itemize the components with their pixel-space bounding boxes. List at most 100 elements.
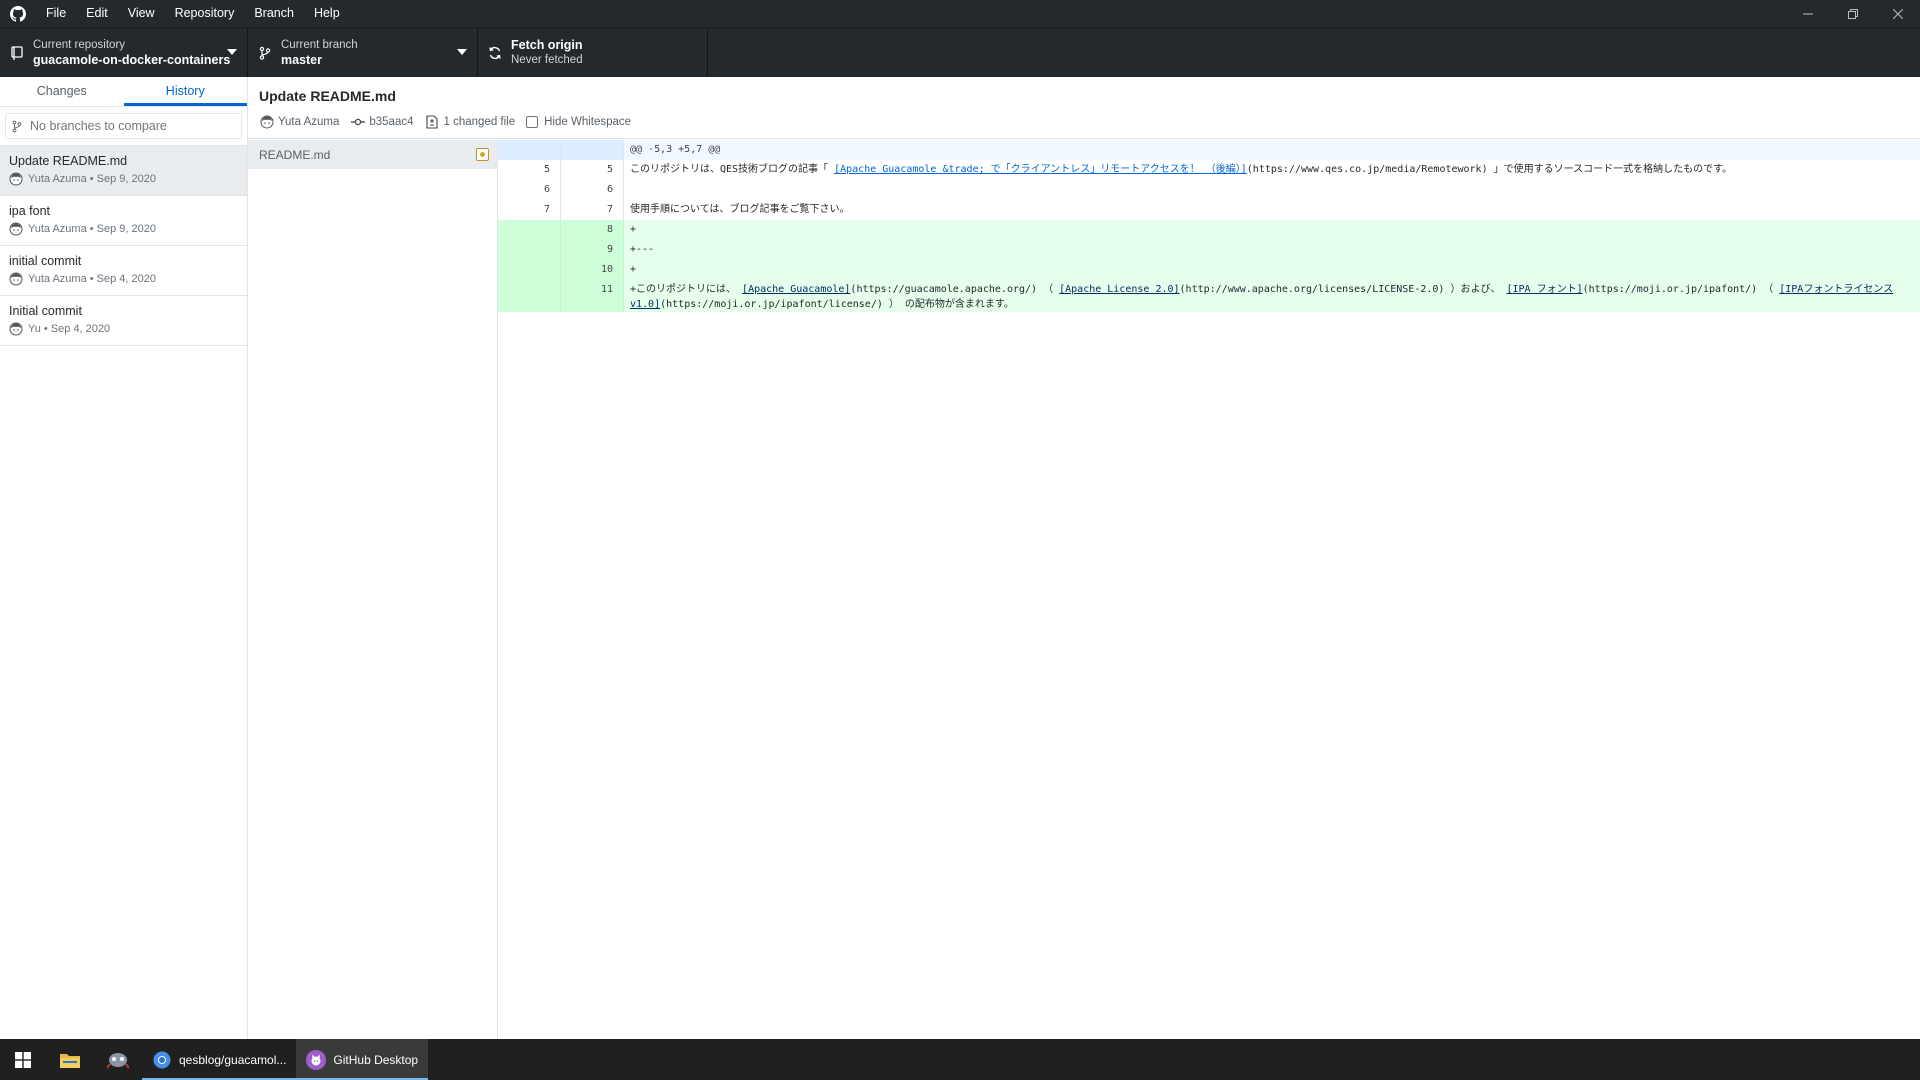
- menu-bar: File Edit View Repository Branch Help: [36, 0, 350, 27]
- menu-help[interactable]: Help: [304, 0, 350, 27]
- hunk-text: @@ -5,3 +5,7 @@: [624, 140, 1920, 160]
- restore-icon[interactable]: [1830, 0, 1875, 27]
- diff-text: (http://www.apache.org/licenses/LICENSE-…: [1179, 284, 1507, 295]
- diff-text: +: [624, 220, 1920, 240]
- diff-text: +このリポジトリには、: [630, 284, 743, 295]
- diff-link-text: [Apache Guacamole]: [742, 284, 851, 295]
- commit-sha[interactable]: b35aac4: [369, 116, 413, 128]
- remote-app-icon[interactable]: [94, 1039, 142, 1080]
- chrome-icon: [152, 1050, 172, 1070]
- window-controls: [1785, 0, 1920, 27]
- commit-summary-header: Update README.md Yuta Azuma b35aac4 1 ch…: [248, 77, 1920, 139]
- sidebar-tabs: Changes History: [0, 77, 247, 107]
- new-line-number: 11: [561, 280, 624, 312]
- branch-name: master: [281, 53, 322, 67]
- windows-start-icon[interactable]: [0, 1039, 46, 1080]
- diff-text: (https://www.qes.co.jp/media/Remotework)…: [1246, 164, 1733, 175]
- file-modified-icon: [476, 148, 489, 161]
- git-commit-icon: [350, 114, 365, 129]
- menu-file[interactable]: File: [36, 0, 76, 27]
- sync-icon: [487, 45, 503, 61]
- diff-text: (https://guacamole.apache.org/) （: [850, 284, 1060, 295]
- fetch-origin-button[interactable]: Fetch origin Never fetched: [478, 28, 708, 78]
- diff-text: +---: [624, 240, 1920, 260]
- sidebar: Changes History Update README.md Yuta Az…: [0, 77, 248, 1039]
- diff-added-line[interactable]: 9 +---: [498, 240, 1920, 260]
- diff-view: @@ -5,3 +5,7 @@ 5 5 このリポジトリは、QES技術ブログの記事…: [498, 140, 1920, 1039]
- changed-files-count: 1 changed file: [443, 115, 516, 128]
- chevron-down-icon: [457, 49, 467, 55]
- commit-list-item[interactable]: initial commit Yuta Azuma • Sep 4, 2020: [0, 246, 247, 296]
- menu-branch[interactable]: Branch: [244, 0, 304, 27]
- menu-view[interactable]: View: [118, 0, 165, 27]
- diff-hunk-header: @@ -5,3 +5,7 @@: [498, 140, 1920, 160]
- tab-history[interactable]: History: [123, 77, 247, 106]
- file-diff-icon: [425, 114, 440, 129]
- repo-label: Current repository: [33, 39, 126, 51]
- commit-title: ipa font: [9, 204, 51, 218]
- title-bar: File Edit View Repository Branch Help: [0, 0, 1920, 27]
- menu-edit[interactable]: Edit: [76, 0, 118, 27]
- hide-whitespace-toggle[interactable]: Hide Whitespace: [526, 115, 632, 128]
- avatar-icon: [259, 114, 274, 129]
- diff-line[interactable]: 7 7 使用手順については、ブログ記事をご覧下さい。: [498, 200, 1920, 220]
- diff-text: (https://moji.or.jp/ipafont/) （: [1582, 284, 1780, 295]
- new-line-number: 6: [561, 180, 624, 200]
- fetch-label: Fetch origin: [511, 38, 583, 52]
- diff-link-text: [IPA フォント]: [1506, 284, 1583, 295]
- repo-name: guacamole-on-docker-containers: [33, 53, 231, 67]
- menu-repository[interactable]: Repository: [165, 0, 245, 27]
- diff-line[interactable]: 6 6: [498, 180, 1920, 200]
- diff-line[interactable]: 5 5 このリポジトリは、QES技術ブログの記事「 [Apache Guacam…: [498, 160, 1920, 180]
- new-line-number: 8: [561, 220, 624, 240]
- avatar-icon: [9, 272, 23, 286]
- diff-added-line[interactable]: 11 +このリポジトリには、 [Apache Guacamole](https:…: [498, 280, 1920, 312]
- diff-text: +: [624, 260, 1920, 280]
- github-desktop-icon: [306, 1049, 327, 1070]
- current-branch-button[interactable]: Current branch master: [248, 28, 478, 78]
- commit-details: Yuta Azuma b35aac4 1 changed file Hide W…: [259, 114, 642, 129]
- old-line-number: 6: [498, 180, 561, 200]
- commit-list-item[interactable]: Update README.md Yuta Azuma • Sep 9, 202…: [0, 146, 247, 196]
- tab-changes[interactable]: Changes: [0, 77, 124, 106]
- hide-whitespace-label: Hide Whitespace: [544, 115, 632, 128]
- taskbar-chrome-label: qesblog/guacamol...: [179, 1052, 287, 1067]
- git-branch-icon: [257, 45, 273, 61]
- old-line-number: 5: [498, 160, 561, 180]
- commit-title: Initial commit: [9, 304, 82, 318]
- commit-author: Yuta Azuma: [278, 115, 340, 128]
- git-branch-icon: [12, 119, 24, 133]
- file-list-item[interactable]: README.md: [248, 140, 497, 169]
- commit-list-item[interactable]: ipa font Yuta Azuma • Sep 9, 2020: [0, 196, 247, 246]
- commit-summary-title: Update README.md: [259, 88, 396, 104]
- avatar-icon: [9, 322, 23, 336]
- close-icon[interactable]: [1875, 0, 1920, 27]
- taskbar-chrome-button[interactable]: qesblog/guacamol...: [142, 1039, 297, 1080]
- commit-list: Update README.md Yuta Azuma • Sep 9, 202…: [0, 145, 247, 346]
- hide-whitespace-checkbox[interactable]: [526, 115, 539, 128]
- commit-list-item[interactable]: Initial commit Yu • Sep 4, 2020: [0, 296, 247, 346]
- diff-link-text: [Apache Guacamole &trade; で「クライアントレス」リモー…: [834, 164, 1247, 175]
- commit-meta: Yu • Sep 4, 2020: [28, 323, 111, 335]
- diff-text: (https://moji.or.jp/ipafont/license/) ） …: [660, 299, 1014, 310]
- commit-title: Update README.md: [9, 154, 128, 168]
- changed-file-list: README.md: [248, 140, 498, 1039]
- diff-added-line[interactable]: 10 +: [498, 260, 1920, 280]
- github-logo-icon: [0, 0, 36, 27]
- diff-link-text: [Apache License 2.0]: [1059, 284, 1180, 295]
- taskbar-github-desktop-label: GitHub Desktop: [333, 1052, 419, 1067]
- commit-title: initial commit: [9, 254, 82, 268]
- minimize-icon[interactable]: [1785, 0, 1830, 27]
- branch-compare-input[interactable]: [30, 119, 230, 133]
- current-repository-button[interactable]: Current repository guacamole-on-docker-c…: [0, 28, 248, 78]
- taskbar-github-desktop-button[interactable]: GitHub Desktop: [296, 1039, 429, 1080]
- diff-added-line[interactable]: 8 +: [498, 220, 1920, 240]
- new-line-number: 10: [561, 260, 624, 280]
- commit-meta: Yuta Azuma • Sep 9, 2020: [28, 173, 156, 185]
- file-explorer-icon[interactable]: [46, 1039, 94, 1080]
- new-line-number: 5: [561, 160, 624, 180]
- taskbar: qesblog/guacamol... GitHub Desktop: [0, 1039, 1920, 1080]
- branch-compare-field[interactable]: [5, 113, 242, 139]
- toolbar: Current repository guacamole-on-docker-c…: [0, 27, 1920, 78]
- avatar-icon: [9, 172, 23, 186]
